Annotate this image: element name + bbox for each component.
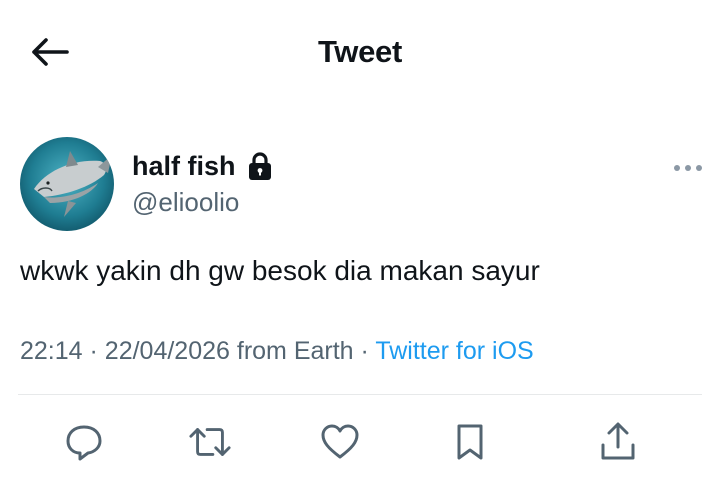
retweet-button[interactable] <box>188 420 232 464</box>
tweet-detail-page: Tweet half fish @elioolio wkwk yakin dh … <box>0 0 720 483</box>
tweet-source-link[interactable]: Twitter for iOS <box>375 337 533 365</box>
share-icon <box>601 422 635 460</box>
meta-separator: · <box>89 337 98 365</box>
bookmark-icon <box>457 424 483 460</box>
shark-photo-avatar <box>20 137 114 231</box>
like-button[interactable] <box>318 420 362 464</box>
top-bar: Tweet <box>0 0 720 105</box>
author-name[interactable]: half fish <box>132 149 236 183</box>
share-button[interactable] <box>596 420 640 464</box>
tweet-time: 22:14 <box>20 337 83 365</box>
tweet-meta: 22:14 · 22/04/2026 from Earth · Twitter … <box>20 333 534 369</box>
lock-icon <box>247 151 273 181</box>
author-handle[interactable]: @elioolio <box>132 186 239 218</box>
tweet-location: from Earth <box>236 337 354 365</box>
more-options-button[interactable] <box>670 158 706 178</box>
page-title: Tweet <box>317 34 403 69</box>
tweet-text: wkwk yakin dh gw besok dia makan sayur <box>20 255 540 286</box>
retweet-icon <box>189 428 231 456</box>
divider <box>18 394 702 395</box>
reply-button[interactable] <box>62 420 106 464</box>
author-name-row: half fish <box>132 149 273 183</box>
more-horizontal-icon <box>674 165 702 171</box>
reply-icon <box>66 425 102 461</box>
avatar[interactable] <box>20 137 114 231</box>
tweet-date: 22/04/2026 <box>104 337 230 365</box>
heart-icon <box>321 424 359 459</box>
meta-separator: · <box>360 337 369 365</box>
bookmark-button[interactable] <box>448 420 492 464</box>
